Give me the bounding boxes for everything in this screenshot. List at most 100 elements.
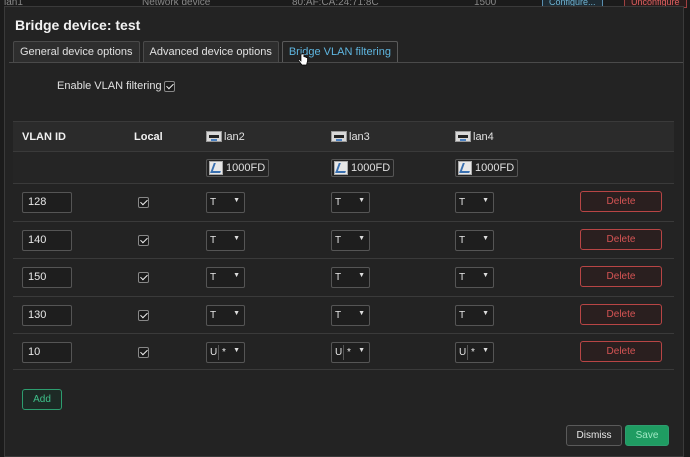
port-name: lan4 xyxy=(473,130,494,143)
port-membership-select-lan3[interactable]: T ▼ xyxy=(331,230,370,251)
vlan-id-input[interactable]: 10 xyxy=(22,342,72,363)
select-value: U xyxy=(335,347,343,358)
select-value: T xyxy=(335,310,342,321)
select-divider xyxy=(343,345,344,360)
port-membership-select-lan3[interactable]: T ▼ xyxy=(331,267,370,288)
port-membership-select-lan2[interactable]: T ▼ xyxy=(206,192,245,213)
ethernet-port-icon xyxy=(331,131,347,142)
tab-advanced-device-options[interactable]: Advanced device options xyxy=(142,41,279,62)
pvid-flag: * xyxy=(347,347,351,358)
select-value: T xyxy=(210,272,217,283)
dropdown-arrow-icon: ▼ xyxy=(482,272,489,279)
local-header: Local xyxy=(134,131,163,143)
dropdown-arrow-icon: ▼ xyxy=(358,347,365,354)
vlan-id-input[interactable]: 150 xyxy=(22,267,72,288)
link-speed-icon xyxy=(334,161,348,175)
dropdown-arrow-icon: ▼ xyxy=(358,310,365,317)
bridge-device-modal: Bridge device: test General device optio… xyxy=(4,6,684,457)
dropdown-arrow-icon: ▼ xyxy=(358,272,365,279)
vlan-row: 128 T ▼ T ▼ T ▼ Delete xyxy=(13,183,674,220)
vlan-row: 130 T ▼ T ▼ T ▼ Delete xyxy=(13,296,674,333)
select-value: T xyxy=(459,197,466,208)
dropdown-arrow-icon: ▼ xyxy=(358,197,365,204)
port-membership-select-lan2[interactable]: T ▼ xyxy=(206,305,245,326)
tab-bar: General device options Advanced device o… xyxy=(13,41,401,63)
select-value: T xyxy=(459,272,466,283)
port-speed-lan4: 1000FD xyxy=(455,159,519,177)
vlan-row: 150 T ▼ T ▼ T ▼ Delete xyxy=(13,258,674,295)
port-header-lan2: lan2 xyxy=(206,128,245,145)
port-speed-label: 1000FD xyxy=(475,162,515,174)
dropdown-arrow-icon: ▼ xyxy=(358,235,365,242)
port-speed-label: 1000FD xyxy=(351,162,391,174)
vlan-id-input[interactable]: 140 xyxy=(22,230,72,251)
local-checkbox[interactable] xyxy=(138,235,149,246)
select-value: T xyxy=(335,235,342,246)
tab-general-device-options[interactable]: General device options xyxy=(13,41,140,62)
table-header-row: VLAN ID Local lan2 lan3 lan4 xyxy=(13,121,674,151)
port-membership-select-lan3[interactable]: U * ▼ xyxy=(331,342,370,363)
select-value: T xyxy=(210,310,217,321)
vlan-id-input[interactable]: 130 xyxy=(22,305,72,326)
delete-button[interactable]: Delete xyxy=(580,266,662,287)
port-name: lan2 xyxy=(224,130,245,143)
port-membership-select-lan3[interactable]: T ▼ xyxy=(331,192,370,213)
select-value: T xyxy=(210,197,217,208)
local-checkbox[interactable] xyxy=(138,197,149,208)
port-speed-label: 1000FD xyxy=(226,162,266,174)
dropdown-arrow-icon: ▼ xyxy=(233,197,240,204)
select-divider xyxy=(467,345,468,360)
port-speed-lan2: 1000FD xyxy=(206,159,270,177)
port-membership-select-lan2[interactable]: T ▼ xyxy=(206,230,245,251)
select-value: T xyxy=(210,235,217,246)
save-button[interactable]: Save xyxy=(625,425,669,446)
port-speed-lan3: 1000FD xyxy=(331,159,395,177)
select-value: T xyxy=(335,197,342,208)
port-membership-select-lan4[interactable]: T ▼ xyxy=(455,267,494,288)
port-membership-select-lan4[interactable]: T ▼ xyxy=(455,192,494,213)
local-checkbox[interactable] xyxy=(138,347,149,358)
dismiss-button[interactable]: Dismiss xyxy=(566,425,622,446)
ethernet-port-icon xyxy=(455,131,471,142)
link-speed-icon xyxy=(209,161,223,175)
vlan-id-header: VLAN ID xyxy=(22,131,66,143)
mouse-pointer-icon xyxy=(298,53,308,66)
select-value: T xyxy=(459,310,466,321)
add-vlan-button[interactable]: Add xyxy=(22,389,62,410)
delete-button[interactable]: Delete xyxy=(580,304,662,325)
port-membership-select-lan4[interactable]: T ▼ xyxy=(455,230,494,251)
dropdown-arrow-icon: ▼ xyxy=(482,235,489,242)
dropdown-arrow-icon: ▼ xyxy=(482,197,489,204)
port-speed-row: 1000FD 1000FD 1000FD xyxy=(13,151,674,183)
enable-vlan-filtering-checkbox[interactable] xyxy=(164,81,175,92)
link-speed-icon xyxy=(458,161,472,175)
select-value: T xyxy=(459,235,466,246)
dropdown-arrow-icon: ▼ xyxy=(233,235,240,242)
select-value: T xyxy=(335,272,342,283)
select-value: U xyxy=(210,347,218,358)
dropdown-arrow-icon: ▼ xyxy=(233,272,240,279)
delete-button[interactable]: Delete xyxy=(580,191,662,212)
port-membership-select-lan4[interactable]: T ▼ xyxy=(455,305,494,326)
select-value: U xyxy=(459,347,467,358)
pvid-flag: * xyxy=(471,347,475,358)
vlan-id-input[interactable]: 128 xyxy=(22,192,72,213)
local-checkbox[interactable] xyxy=(138,310,149,321)
dropdown-arrow-icon: ▼ xyxy=(482,310,489,317)
port-header-lan3: lan3 xyxy=(331,128,370,145)
port-name: lan3 xyxy=(349,130,370,143)
enable-vlan-filtering-label: Enable VLAN filtering xyxy=(57,80,162,92)
vlan-row: 140 T ▼ T ▼ T ▼ Delete xyxy=(13,221,674,258)
pvid-flag: * xyxy=(222,347,226,358)
port-header-lan4: lan4 xyxy=(455,128,494,145)
delete-button[interactable]: Delete xyxy=(580,229,662,250)
tab-divider xyxy=(9,62,683,63)
select-divider xyxy=(218,345,219,360)
port-membership-select-lan3[interactable]: T ▼ xyxy=(331,305,370,326)
dropdown-arrow-icon: ▼ xyxy=(233,310,240,317)
port-membership-select-lan4[interactable]: U * ▼ xyxy=(455,342,494,363)
delete-button[interactable]: Delete xyxy=(580,341,662,362)
port-membership-select-lan2[interactable]: T ▼ xyxy=(206,267,245,288)
local-checkbox[interactable] xyxy=(138,272,149,283)
port-membership-select-lan2[interactable]: U * ▼ xyxy=(206,342,245,363)
